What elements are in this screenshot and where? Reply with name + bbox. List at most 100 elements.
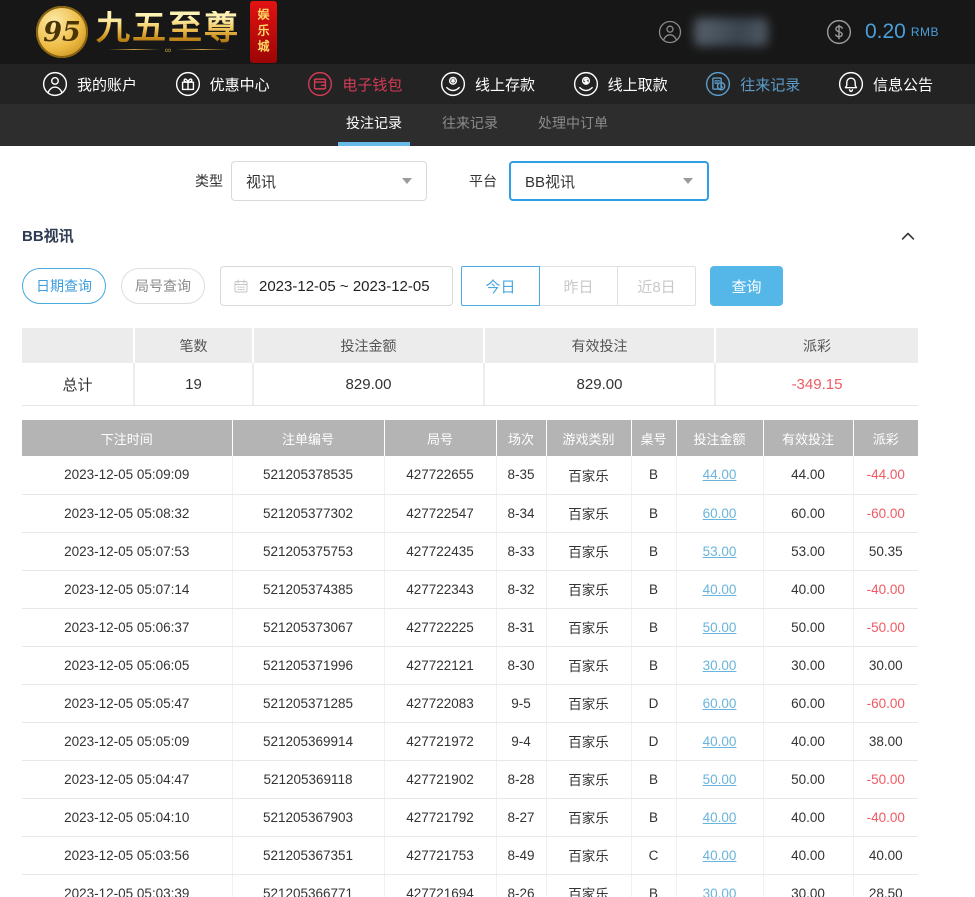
cell-round-no: 427721694 [384, 874, 496, 897]
cell-payout: -60.00 [853, 494, 918, 532]
cell-game-type: 百家乐 [546, 722, 631, 760]
round-query-button[interactable]: 局号查询 [121, 268, 205, 304]
cell-round-no: 427722121 [384, 646, 496, 684]
summary-header-row: 笔数 投注金额 有效投注 派彩 [22, 328, 918, 363]
cell-order-no: 521205369914 [232, 722, 384, 760]
cell-valid-bet: 44.00 [763, 456, 853, 494]
cell-round-no: 427721792 [384, 798, 496, 836]
nav-item-e-wallet[interactable]: 电子钱包 [307, 71, 402, 97]
cell-order-no: 521205375753 [232, 532, 384, 570]
cell-payout: -40.00 [853, 570, 918, 608]
cell-table-no: B [631, 494, 676, 532]
cell-session: 9-4 [496, 722, 546, 760]
cell-game-type: 百家乐 [546, 456, 631, 494]
col-header-session: 场次 [496, 420, 546, 456]
nav-item-withdraw[interactable]: 线上取款 [573, 71, 668, 97]
nav-item-records[interactable]: 往来记录 [705, 71, 800, 97]
cell-bet-amount: 40.00 [676, 722, 763, 760]
tab-bet-records[interactable]: 投注记录 [345, 113, 403, 146]
cell-bet-amount: 44.00 [676, 456, 763, 494]
bet-amount-link[interactable]: 50.00 [703, 620, 737, 635]
range-button-today[interactable]: 今日 [461, 266, 540, 306]
query-controls: 日期查询 局号查询 2023-12-05 ~ 2023-12-05 今日昨日近8… [22, 266, 975, 306]
date-query-button[interactable]: 日期查询 [22, 268, 106, 304]
filter-row: 类型 视讯 平台 BB视讯 [195, 161, 975, 201]
table-row: 2023-12-05 05:03:56521205367351427721753… [22, 836, 918, 874]
caret-down-icon [402, 178, 412, 184]
nav-item-my-account[interactable]: 我的账户 [42, 71, 137, 97]
range-button-yesterday[interactable]: 昨日 [539, 266, 618, 306]
logo-emblem-icon: 95 [36, 6, 88, 58]
cell-table-no: C [631, 836, 676, 874]
cell-table-no: D [631, 684, 676, 722]
main-nav: 我的账户 优惠中心 电子钱包 线上存款 线上取款 往来记录 信息公告 [0, 64, 975, 104]
col-header-round-no: 局号 [384, 420, 496, 456]
cell-bet-amount: 50.00 [676, 608, 763, 646]
bet-amount-link[interactable]: 30.00 [703, 658, 737, 673]
cell-order-no: 521205373067 [232, 608, 384, 646]
cell-game-type: 百家乐 [546, 798, 631, 836]
cell-bet-time: 2023-12-05 05:05:47 [22, 684, 232, 722]
section-header: BB视讯 [22, 225, 918, 246]
bet-amount-link[interactable]: 40.00 [703, 848, 737, 863]
cell-payout: -50.00 [853, 760, 918, 798]
cell-game-type: 百家乐 [546, 684, 631, 722]
bet-amount-link[interactable]: 53.00 [703, 544, 737, 559]
nav-item-label: 优惠中心 [210, 74, 270, 95]
cell-session: 8-26 [496, 874, 546, 897]
cell-game-type: 百家乐 [546, 608, 631, 646]
nav-item-announcements[interactable]: 信息公告 [838, 71, 933, 97]
cell-valid-bet: 30.00 [763, 646, 853, 684]
date-range-input[interactable]: 2023-12-05 ~ 2023-12-05 [220, 266, 453, 306]
site-logo[interactable]: 95 九五至尊 ∞ 娱乐城 [36, 1, 311, 63]
chevron-up-icon[interactable] [898, 226, 918, 246]
platform-select[interactable]: BB视讯 [509, 161, 709, 201]
tab-transaction-records[interactable]: 往来记录 [441, 113, 499, 146]
search-button[interactable]: 查询 [710, 266, 783, 306]
logo-badge: 娱乐城 [250, 1, 277, 63]
type-select[interactable]: 视讯 [231, 161, 427, 201]
bet-amount-link[interactable]: 30.00 [703, 886, 737, 897]
cell-bet-time: 2023-12-05 05:04:10 [22, 798, 232, 836]
bet-amount-link[interactable]: 40.00 [703, 810, 737, 825]
table-row: 2023-12-05 05:07:53521205375753427722435… [22, 532, 918, 570]
cell-round-no: 427722083 [384, 684, 496, 722]
bet-amount-link[interactable]: 50.00 [703, 772, 737, 787]
bet-amount-link[interactable]: 40.00 [703, 582, 737, 597]
cell-valid-bet: 40.00 [763, 798, 853, 836]
balance[interactable]: 0.20 RMB [826, 19, 939, 45]
bet-amount-link[interactable]: 60.00 [703, 506, 737, 521]
cell-order-no: 521205371996 [232, 646, 384, 684]
nav-item-label: 我的账户 [77, 74, 137, 95]
nav-item-promotions[interactable]: 优惠中心 [175, 71, 270, 97]
range-button-last-8-days[interactable]: 近8日 [617, 266, 696, 306]
summary-count: 19 [135, 363, 252, 405]
nav-item-label: 往来记录 [740, 74, 800, 95]
nav-item-deposit[interactable]: 线上存款 [440, 71, 535, 97]
cell-game-type: 百家乐 [546, 570, 631, 608]
user-icon[interactable] [658, 20, 682, 44]
deposit-icon [440, 71, 466, 97]
cell-session: 8-27 [496, 798, 546, 836]
nav-item-label: 信息公告 [873, 74, 933, 95]
bet-records-table: 下注时间注单编号局号场次游戏类别桌号投注金额有效投注派彩 2023-12-05 … [22, 420, 918, 897]
table-row: 2023-12-05 05:03:39521205366771427721694… [22, 874, 918, 897]
tab-pending-orders[interactable]: 处理中订单 [537, 113, 609, 146]
table-row: 2023-12-05 05:04:47521205369118427721902… [22, 760, 918, 798]
cell-order-no: 521205377302 [232, 494, 384, 532]
cell-order-no: 521205378535 [232, 456, 384, 494]
cell-round-no: 427722655 [384, 456, 496, 494]
col-header-table-no: 桌号 [631, 420, 676, 456]
cell-bet-time: 2023-12-05 05:08:32 [22, 494, 232, 532]
username-redacted [694, 18, 768, 46]
bet-amount-link[interactable]: 40.00 [703, 734, 737, 749]
bet-amount-link[interactable]: 60.00 [703, 696, 737, 711]
bet-amount-link[interactable]: 44.00 [703, 467, 737, 482]
summary-total-row: 总计 19 829.00 829.00 -349.15 [22, 363, 918, 406]
cell-payout: 38.00 [853, 722, 918, 760]
cell-valid-bet: 40.00 [763, 722, 853, 760]
cell-table-no: B [631, 760, 676, 798]
summary-payout: -349.15 [716, 363, 918, 405]
topbar: 95 九五至尊 ∞ 娱乐城 0.20 RMB [0, 0, 975, 64]
cell-bet-time: 2023-12-05 05:03:39 [22, 874, 232, 897]
